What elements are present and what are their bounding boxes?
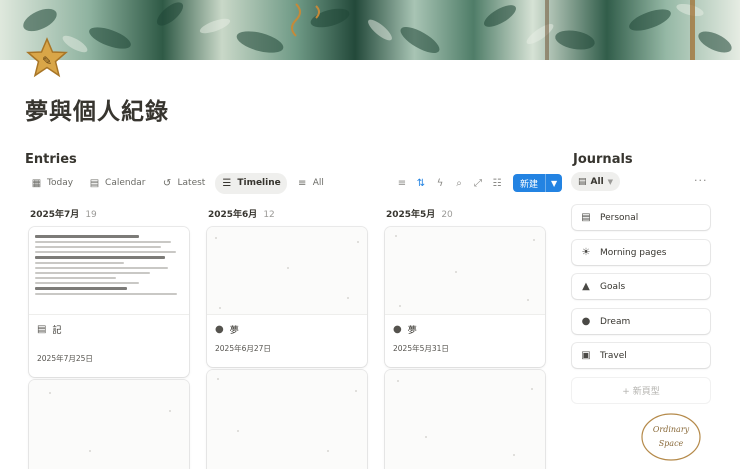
entry-card[interactable] <box>385 370 545 469</box>
journals-filter-label: All <box>590 176 604 187</box>
column-month: 2025年7月 <box>30 210 80 220</box>
card-preview <box>207 370 367 469</box>
document-icon: ▤ <box>581 212 591 223</box>
card-preview <box>207 227 367 315</box>
card-date: 2025年5月31日 <box>393 344 449 353</box>
dream-bubble-icon: ● <box>393 323 402 335</box>
calendar-icon: ▤ <box>89 177 100 189</box>
expand-icon[interactable]: ⤢ <box>471 175 485 191</box>
settings-sliders-icon[interactable]: ☷ <box>490 175 504 191</box>
entry-card[interactable] <box>207 370 367 469</box>
journal-item-label: Travel <box>600 350 627 361</box>
card-date: 2025年6月27日 <box>215 344 271 353</box>
journal-item-label: Goals <box>600 281 626 292</box>
card-preview <box>29 227 189 315</box>
cover-image <box>0 0 740 60</box>
new-entry-button[interactable]: 新建 ▼ <box>513 174 563 192</box>
tab-today-label: Today <box>47 178 74 188</box>
chevron-down-icon[interactable]: ▼ <box>545 174 562 192</box>
card-date: 2025年7月25日 <box>37 354 93 363</box>
new-journal-group-button[interactable]: + 新頁型 <box>572 378 710 403</box>
tab-timeline-label: Timeline <box>237 178 281 188</box>
chevron-down-icon: ▼ <box>607 177 614 186</box>
tab-calendar-label: Calendar <box>105 178 146 188</box>
card-preview <box>385 370 545 469</box>
journal-item-label: Personal <box>600 212 639 223</box>
card-title-row: ● 夢 <box>385 319 545 339</box>
timeline-icon: ☰ <box>222 177 232 189</box>
entry-card[interactable]: ● 夢 2025年6月27日 <box>207 227 367 367</box>
column-header-july: 2025年7月 19 <box>30 207 97 220</box>
column-header-may: 2025年5月 20 <box>386 207 453 220</box>
journal-item-label: Morning pages <box>600 247 667 258</box>
automation-icon[interactable]: ϟ <box>433 175 447 191</box>
tab-timeline[interactable]: ☰ Timeline <box>215 172 287 194</box>
new-entry-label: 新建 <box>520 179 539 190</box>
logo-line2: Space <box>658 439 684 448</box>
database-tools: ≡ ⇅ ϟ ⌕ ⤢ ☷ 新建 ▼ <box>395 174 563 192</box>
card-title-row: ▤ 記 <box>29 319 189 339</box>
column-month: 2025年6月 <box>208 210 258 220</box>
tab-all-label: All <box>312 178 324 188</box>
tab-calendar[interactable]: ▤ Calendar <box>83 173 151 194</box>
entry-card[interactable] <box>29 380 189 469</box>
entry-card[interactable]: ▤ 記 2025年7月25日 <box>29 227 189 377</box>
logo-line1: Ordinary <box>652 425 690 434</box>
column-count: 20 <box>441 210 453 220</box>
journal-item-personal[interactable]: ▤ Personal <box>572 205 710 230</box>
journal-item-travel[interactable]: ▣ Travel <box>572 343 710 368</box>
column-count: 19 <box>85 210 97 220</box>
entry-card[interactable]: ● 夢 2025年5月31日 <box>385 227 545 367</box>
card-preview <box>385 227 545 315</box>
column-month: 2025年5月 <box>386 210 436 220</box>
dream-bubble-icon: ● <box>581 316 591 327</box>
more-options-icon[interactable]: ··· <box>694 174 708 187</box>
card-title: 夢 <box>229 325 239 336</box>
journal-item-goals[interactable]: ▲ Goals <box>572 274 710 299</box>
star-page-icon[interactable]: ✎ <box>25 37 69 79</box>
calendar-today-icon: ▦ <box>31 177 42 189</box>
history-icon: ↺ <box>162 177 172 189</box>
tab-latest[interactable]: ↺ Latest <box>156 173 212 194</box>
card-title: 夢 <box>407 325 417 336</box>
page-title: 夢與個人紀錄 <box>25 99 169 125</box>
sort-icon[interactable]: ⇅ <box>414 175 428 191</box>
journals-filter-all[interactable]: ▤ All ▼ <box>571 172 621 191</box>
dream-bubble-icon: ● <box>215 323 224 335</box>
search-icon[interactable]: ⌕ <box>452 175 466 191</box>
tab-today[interactable]: ▦ Today <box>25 173 79 194</box>
mountain-icon: ▲ <box>582 281 590 292</box>
filter-icon[interactable]: ≡ <box>395 175 409 191</box>
journal-item-label: Dream <box>600 316 631 327</box>
card-title-row: ● 夢 <box>207 319 367 339</box>
ordinary-space-logo: Ordinary Space <box>640 412 702 462</box>
journal-item-morning-pages[interactable]: ☀ Morning pages <box>572 240 710 265</box>
card-preview <box>29 380 189 469</box>
sun-icon: ☀ <box>581 247 591 258</box>
tab-all[interactable]: ≡ All <box>291 173 330 194</box>
ticket-icon: ▣ <box>581 350 591 361</box>
card-title: 記 <box>52 325 62 336</box>
journal-item-dream[interactable]: ● Dream <box>572 309 710 334</box>
column-header-june: 2025年6月 12 <box>208 207 275 220</box>
journals-heading: Journals <box>573 152 633 167</box>
logo-circle <box>641 413 701 461</box>
view-tabs: ▦ Today ▤ Calendar ↺ Latest ☰ Timeline ≡… <box>25 172 330 194</box>
entries-heading: Entries <box>25 152 77 167</box>
document-icon: ▤ <box>37 323 47 335</box>
cover-botanical-pattern <box>23 0 732 60</box>
column-count: 12 <box>263 210 275 220</box>
tab-latest-label: Latest <box>177 178 206 188</box>
svg-text:✎: ✎ <box>42 54 52 68</box>
stack-icon: ▤ <box>578 176 587 187</box>
list-edit-icon: ≡ <box>298 177 307 189</box>
